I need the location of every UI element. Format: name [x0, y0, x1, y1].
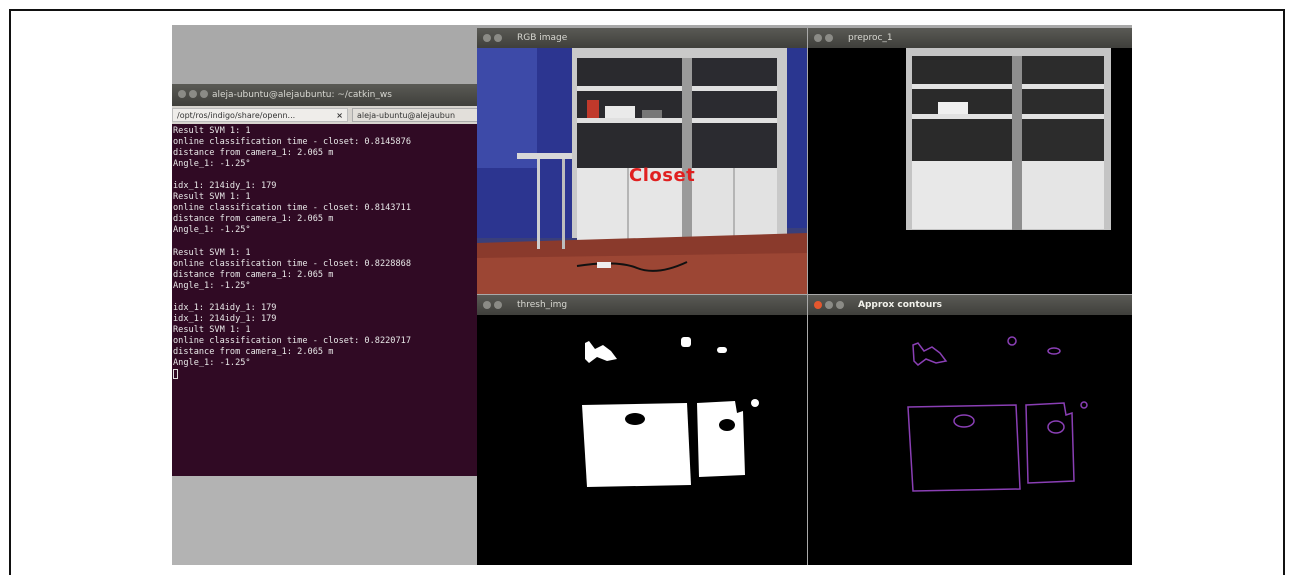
- minimize-window-icon[interactable]: [189, 90, 197, 98]
- close-window-icon[interactable]: [483, 301, 491, 309]
- terminal-line: online classification time - closet: 0.8…: [173, 137, 411, 148]
- tab-label: /opt/ros/indigo/share/openn...: [177, 111, 296, 120]
- terminal-line: Angle_1: -1.25°: [173, 280, 251, 291]
- approx-contours-window[interactable]: Approx contours: [808, 295, 1132, 565]
- preproc-image: [808, 48, 1132, 294]
- terminal-line: idx_1: 214idy_1: 179: [173, 313, 277, 324]
- terminal-line: Result SVM 1: 1: [173, 324, 251, 335]
- thresh-window-title: thresh_img: [517, 300, 568, 310]
- close-window-icon[interactable]: [814, 301, 822, 309]
- terminal-output[interactable]: Result SVM 1: 1 online classification tim…: [172, 125, 477, 476]
- desktop: aleja-ubuntu@alejaubuntu: ~/catkin_ws /o…: [172, 25, 1132, 565]
- terminal-line: Angle_1: -1.25°: [173, 159, 251, 170]
- rgb-titlebar[interactable]: RGB image: [477, 28, 807, 48]
- tab-openni[interactable]: /opt/ros/indigo/share/openn... ×: [172, 108, 348, 122]
- terminal-line: online classification time - closet: 0.8…: [173, 335, 411, 346]
- terminal-cursor: [173, 369, 178, 380]
- terminal-tab-bar: /opt/ros/indigo/share/openn... × aleja-u…: [172, 106, 477, 124]
- terminal-line: idx_1: 214idy_1: 179: [173, 181, 277, 192]
- threshold-image: [477, 315, 807, 565]
- terminal-line: online classification time - closet: 0.8…: [173, 203, 411, 214]
- terminal-window[interactable]: aleja-ubuntu@alejaubuntu: ~/catkin_ws /o…: [172, 84, 477, 476]
- detection-label: Closet: [629, 165, 696, 186]
- maximize-window-icon[interactable]: [836, 301, 844, 309]
- minimize-window-icon[interactable]: [825, 34, 833, 42]
- tab-label: aleja-ubuntu@alejaubun: [357, 111, 456, 120]
- rgb-image-window[interactable]: RGB image Closet: [477, 28, 807, 294]
- close-window-icon[interactable]: [178, 90, 186, 98]
- preproc-window-title: preproc_1: [848, 33, 893, 43]
- close-tab-icon[interactable]: ×: [336, 109, 343, 121]
- preproc-window[interactable]: preproc_1: [808, 28, 1132, 294]
- tab-catkin-ws[interactable]: aleja-ubuntu@alejaubun: [352, 108, 477, 122]
- terminal-line: Result SVM 1: 1: [173, 192, 251, 203]
- camera-image: Closet: [477, 48, 807, 294]
- terminal-line: online classification time - closet: 0.8…: [173, 258, 411, 269]
- terminal-line: distance from camera_1: 2.065 m: [173, 148, 334, 159]
- terminal-line: Result SVM 1: 1: [173, 126, 251, 136]
- close-window-icon[interactable]: [483, 34, 491, 42]
- terminal-line: idx_1: 214idy_1: 179: [173, 302, 277, 313]
- thresh-titlebar[interactable]: thresh_img: [477, 295, 807, 315]
- approx-window-title: Approx contours: [858, 300, 943, 310]
- terminal-line: Result SVM 1: 1: [173, 247, 251, 258]
- rgb-window-title: RGB image: [517, 33, 568, 43]
- thresh-window[interactable]: thresh_img: [477, 295, 807, 565]
- minimize-window-icon[interactable]: [494, 34, 502, 42]
- terminal-line: distance from camera_1: 2.065 m: [173, 214, 334, 225]
- approx-titlebar[interactable]: Approx contours: [808, 295, 1132, 315]
- terminal-line: distance from camera_1: 2.065 m: [173, 346, 334, 357]
- minimize-window-icon[interactable]: [825, 301, 833, 309]
- terminal-line: Angle_1: -1.25°: [173, 225, 251, 236]
- contour-image: [808, 315, 1132, 565]
- terminal-line: Angle_1: -1.25°: [173, 357, 251, 368]
- terminal-titlebar[interactable]: aleja-ubuntu@alejaubuntu: ~/catkin_ws: [172, 84, 477, 106]
- terminal-line: distance from camera_1: 2.065 m: [173, 269, 334, 280]
- close-window-icon[interactable]: [814, 34, 822, 42]
- preproc-titlebar[interactable]: preproc_1: [808, 28, 1132, 48]
- minimize-window-icon[interactable]: [494, 301, 502, 309]
- maximize-window-icon[interactable]: [200, 90, 208, 98]
- terminal-title: aleja-ubuntu@alejaubuntu: ~/catkin_ws: [212, 90, 392, 100]
